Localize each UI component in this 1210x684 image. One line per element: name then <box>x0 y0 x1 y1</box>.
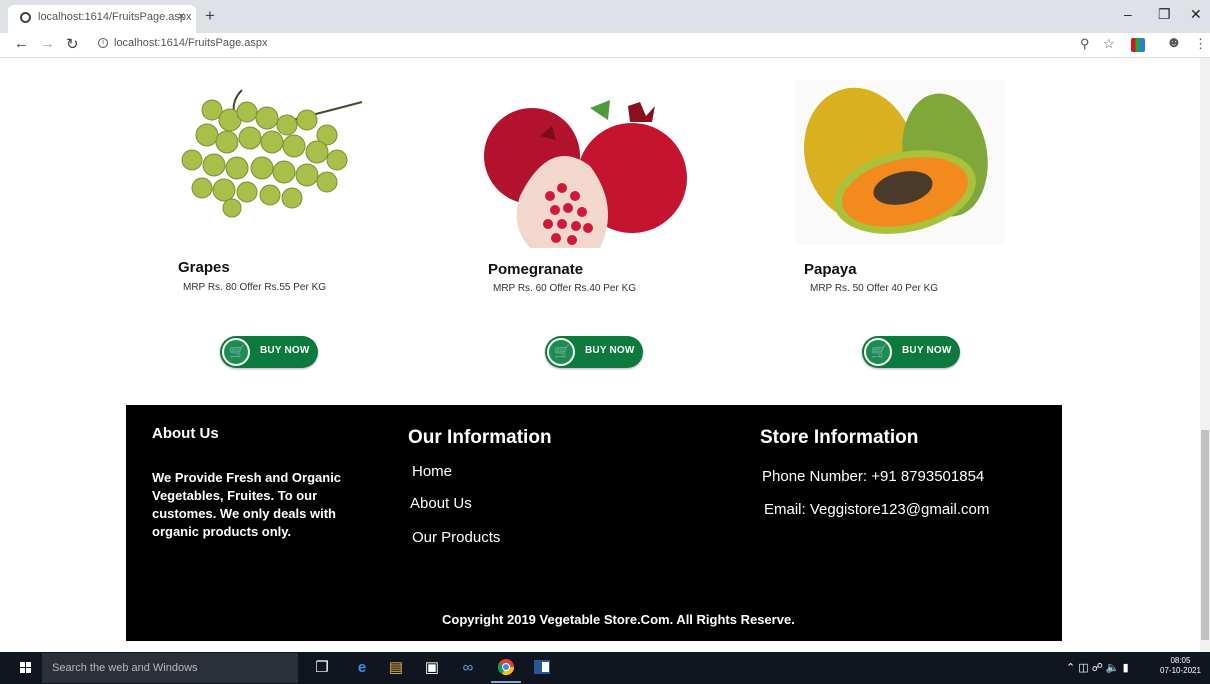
email-address: Email: Veggistore123@gmail.com <box>764 501 990 518</box>
minimize-icon[interactable]: – <box>1124 6 1132 22</box>
profile-icon[interactable]: ☻ <box>1166 34 1182 51</box>
about-text: We Provide Fresh and Organic Vegetables,… <box>152 470 342 539</box>
reload-icon[interactable]: ↻ <box>66 35 79 53</box>
restore-icon[interactable]: ❐ <box>1158 6 1171 23</box>
footer: About Us We Provide Fresh and Organic Ve… <box>126 405 1062 641</box>
chrome-logo <box>497 659 515 676</box>
product-price: MRP Rs. 60 Offer Rs.40 Per KG <box>493 283 637 294</box>
extension-icon[interactable] <box>1131 38 1145 52</box>
windows-start-icon[interactable] <box>20 662 32 674</box>
buy-now-label: BUY NOW <box>902 345 952 356</box>
task-view-icon[interactable]: ❒ <box>312 658 332 678</box>
our-information-heading: Our Information <box>408 427 552 448</box>
clock[interactable]: 08:05 07-10-2021 <box>1160 656 1201 676</box>
close-tab-icon[interactable]: × <box>178 9 185 23</box>
globe-icon <box>20 12 31 23</box>
product-name: Papaya <box>804 261 857 278</box>
search-placeholder: Search the web and Windows <box>52 662 198 674</box>
taskbar-search[interactable]: Search the web and Windows <box>42 653 298 683</box>
browser-tab[interactable]: localhost:1614/FruitsPage.aspx × <box>8 5 196 33</box>
bookmark-star-icon[interactable]: ☆ <box>1103 36 1115 52</box>
pomegranate-image <box>484 100 687 248</box>
tray-icons[interactable]: ⌃ ◫ ☍ 🔈 ▮ <box>1066 661 1129 674</box>
infinity-icon[interactable]: ∞ <box>458 658 478 678</box>
phone-number: Phone Number: +91 8793501854 <box>762 468 985 485</box>
store-icon[interactable]: ▣ <box>422 658 442 678</box>
product-price: MRP Rs. 80 Offer Rs.55 Per KG <box>183 282 327 293</box>
scrollbar-thumb[interactable] <box>1201 430 1209 640</box>
grapes-image <box>181 89 363 218</box>
footer-link-home[interactable]: Home <box>412 463 452 480</box>
chrome-icon[interactable] <box>496 658 516 678</box>
address-bar: ← → ↻ i localhost:1614/FruitsPage.aspx ⚲… <box>0 33 1210 58</box>
tab-title: localhost:1614/FruitsPage.aspx <box>38 11 192 23</box>
buy-now-label: BUY NOW <box>585 345 635 356</box>
clock-date: 07-10-2021 <box>1160 666 1201 675</box>
product-price: MRP Rs. 50 Offer 40 Per KG <box>810 283 939 294</box>
cart-icon: 🛒 <box>547 338 575 366</box>
buy-now-button[interactable]: 🛒 BUY NOW <box>862 336 960 368</box>
taskbar: Search the web and Windows ❒ e ▤ ▣ ∞ ⌃ ◫… <box>0 652 1210 684</box>
about-heading: About Us <box>152 425 219 442</box>
footer-link-about[interactable]: About Us <box>410 495 472 512</box>
cart-icon: 🛒 <box>222 338 250 366</box>
buy-now-button[interactable]: 🛒 BUY NOW <box>220 336 318 368</box>
footer-link-products[interactable]: Our Products <box>412 529 500 546</box>
browser-tab-bar: localhost:1614/FruitsPage.aspx × + – ❐ ✕ <box>0 0 1210 33</box>
active-app-indicator <box>491 681 521 683</box>
store-information-heading: Store Information <box>760 427 919 448</box>
edge-icon[interactable]: e <box>352 658 372 678</box>
buy-now-button[interactable]: 🛒 BUY NOW <box>545 336 643 368</box>
new-tab-icon[interactable]: + <box>205 6 215 26</box>
buy-now-label: BUY NOW <box>260 345 310 356</box>
close-window-icon[interactable]: ✕ <box>1190 6 1202 23</box>
cart-icon: 🛒 <box>864 338 892 366</box>
word-logo <box>534 660 550 674</box>
zoom-icon[interactable]: ⚲ <box>1080 36 1090 52</box>
file-explorer-icon[interactable]: ▤ <box>386 658 406 678</box>
product-name: Grapes <box>178 259 230 276</box>
menu-icon[interactable]: ⋮ <box>1194 36 1207 52</box>
back-icon[interactable]: ← <box>14 35 29 52</box>
word-icon[interactable] <box>532 658 552 678</box>
product-name: Pomegranate <box>488 261 584 278</box>
forward-icon[interactable]: → <box>40 35 55 52</box>
url-text[interactable]: localhost:1614/FruitsPage.aspx <box>114 37 267 49</box>
copyright: Copyright 2019 Vegetable Store.Com. All … <box>442 612 795 627</box>
info-icon[interactable]: i <box>98 38 108 48</box>
papaya-image <box>795 80 1005 245</box>
clock-time: 08:05 <box>1170 656 1191 665</box>
